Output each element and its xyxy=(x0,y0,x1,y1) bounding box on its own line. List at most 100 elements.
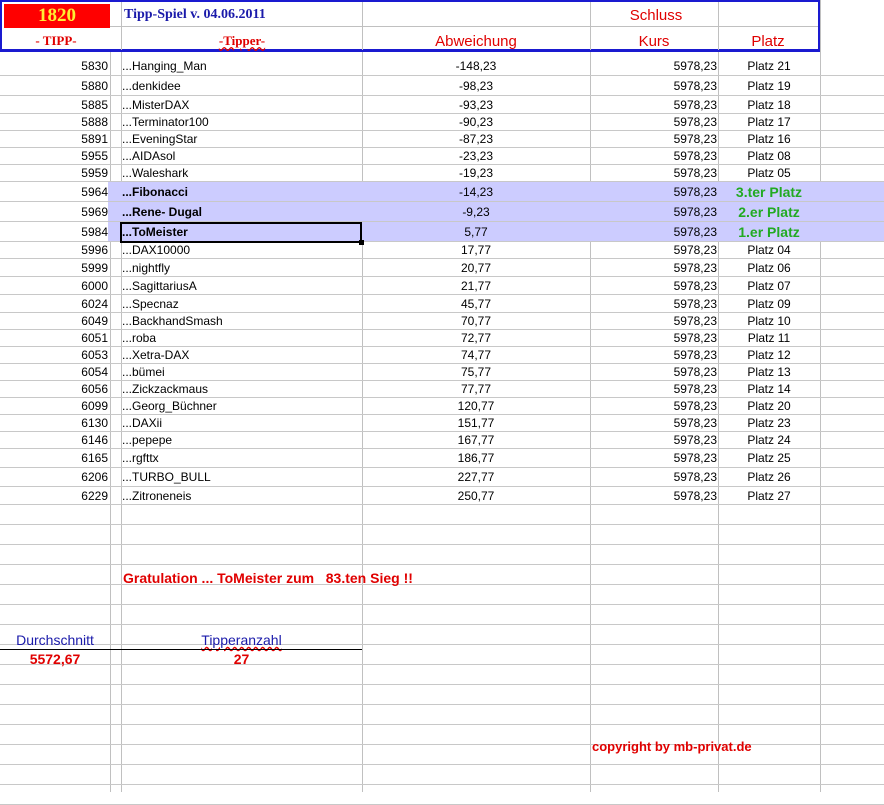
platz-cell[interactable]: 3.ter Platz xyxy=(719,182,819,201)
platz-cell[interactable]: 1.er Platz xyxy=(719,222,819,241)
tipp-cell[interactable]: 6051 xyxy=(0,330,108,346)
tipper-cell[interactable]: ...bümei xyxy=(122,364,360,380)
tipp-cell[interactable]: 5969 xyxy=(0,202,108,221)
kurs-cell[interactable]: 5978,23 xyxy=(591,242,717,258)
platz-cell[interactable]: Platz 13 xyxy=(719,364,819,380)
tipper-cell[interactable]: ...Fibonacci xyxy=(122,182,360,201)
tipper-cell[interactable]: ...Terminator100 xyxy=(122,114,360,130)
kurs-cell[interactable]: 5978,23 xyxy=(591,432,717,448)
tipp-cell[interactable]: 5885 xyxy=(0,96,108,113)
tipp-cell[interactable]: 5891 xyxy=(0,131,108,147)
selected-cell[interactable] xyxy=(120,222,364,245)
tipper-cell[interactable]: ...Hanging_Man xyxy=(122,56,360,75)
tipp-cell[interactable]: 5955 xyxy=(0,148,108,164)
tipper-cell[interactable]: ...nightfly xyxy=(122,259,360,276)
platz-cell[interactable]: Platz 14 xyxy=(719,381,819,397)
abweichung-cell[interactable]: 21,77 xyxy=(363,277,589,294)
kurs-cell[interactable]: 5978,23 xyxy=(591,131,717,147)
kurs-cell[interactable]: 5978,23 xyxy=(591,222,717,241)
abweichung-cell[interactable]: -87,23 xyxy=(363,131,589,147)
tipp-cell[interactable]: 6056 xyxy=(0,381,108,397)
abweichung-cell[interactable]: -93,23 xyxy=(363,96,589,113)
abweichung-cell[interactable]: -9,23 xyxy=(363,202,589,221)
kurs-cell[interactable]: 5978,23 xyxy=(591,347,717,363)
abweichung-cell[interactable]: 227,77 xyxy=(363,468,589,486)
kurs-cell[interactable]: 5978,23 xyxy=(591,76,717,95)
tipper-cell[interactable]: ...BackhandSmash xyxy=(122,313,360,329)
abweichung-cell[interactable]: -14,23 xyxy=(363,182,589,201)
kurs-cell[interactable]: 5978,23 xyxy=(591,202,717,221)
tipper-cell[interactable]: ...Zitroneneis xyxy=(122,487,360,504)
kurs-cell[interactable]: 5978,23 xyxy=(591,148,717,164)
tipp-cell[interactable]: 6165 xyxy=(0,449,108,467)
abweichung-cell[interactable]: 186,77 xyxy=(363,449,589,467)
tipp-cell[interactable]: 6130 xyxy=(0,415,108,431)
platz-cell[interactable]: Platz 09 xyxy=(719,295,819,312)
kurs-cell[interactable]: 5978,23 xyxy=(591,277,717,294)
tipper-cell[interactable]: ...TURBO_BULL xyxy=(122,468,360,486)
tipp-cell[interactable]: 6000 xyxy=(0,277,108,294)
tipp-cell[interactable]: 6229 xyxy=(0,487,108,504)
kurs-cell[interactable]: 5978,23 xyxy=(591,330,717,346)
abweichung-cell[interactable]: 74,77 xyxy=(363,347,589,363)
tipp-cell[interactable]: 5959 xyxy=(0,165,108,181)
tipper-cell[interactable]: ...MisterDAX xyxy=(122,96,360,113)
abweichung-cell[interactable]: -98,23 xyxy=(363,76,589,95)
platz-cell[interactable]: Platz 06 xyxy=(719,259,819,276)
kurs-cell[interactable]: 5978,23 xyxy=(591,487,717,504)
tipper-cell[interactable]: ...Specnaz xyxy=(122,295,360,312)
tipp-cell[interactable]: 6053 xyxy=(0,347,108,363)
kurs-cell[interactable]: 5978,23 xyxy=(591,313,717,329)
tipper-cell[interactable]: ...DAXii xyxy=(122,415,360,431)
tipp-cell[interactable]: 5880 xyxy=(0,76,108,95)
kurs-cell[interactable]: 5978,23 xyxy=(591,96,717,113)
platz-cell[interactable]: Platz 26 xyxy=(719,468,819,486)
platz-cell[interactable]: Platz 10 xyxy=(719,313,819,329)
platz-cell[interactable]: Platz 11 xyxy=(719,330,819,346)
platz-cell[interactable]: Platz 04 xyxy=(719,242,819,258)
platz-cell[interactable]: Platz 21 xyxy=(719,56,819,75)
tipp-cell[interactable]: 6049 xyxy=(0,313,108,329)
kurs-cell[interactable]: 5978,23 xyxy=(591,364,717,380)
tipp-cell[interactable]: 6024 xyxy=(0,295,108,312)
tipper-cell[interactable]: ...Xetra-DAX xyxy=(122,347,360,363)
platz-cell[interactable]: Platz 18 xyxy=(719,96,819,113)
tipper-cell[interactable]: ...denkidee xyxy=(122,76,360,95)
tipper-cell[interactable]: ...rgfttx xyxy=(122,449,360,467)
kurs-cell[interactable]: 5978,23 xyxy=(591,415,717,431)
tipper-cell[interactable]: ...roba xyxy=(122,330,360,346)
platz-cell[interactable]: Platz 07 xyxy=(719,277,819,294)
kurs-cell[interactable]: 5978,23 xyxy=(591,56,717,75)
platz-cell[interactable]: Platz 23 xyxy=(719,415,819,431)
platz-cell[interactable]: Platz 25 xyxy=(719,449,819,467)
tipper-cell[interactable]: ...Zickzackmaus xyxy=(122,381,360,397)
kurs-cell[interactable]: 5978,23 xyxy=(591,114,717,130)
kurs-cell[interactable]: 5978,23 xyxy=(591,182,717,201)
tipper-cell[interactable]: ...Georg_Büchner xyxy=(122,398,360,414)
abweichung-cell[interactable]: 167,77 xyxy=(363,432,589,448)
tipp-cell[interactable]: 5984 xyxy=(0,222,108,241)
platz-cell[interactable]: 2.er Platz xyxy=(719,202,819,221)
tipper-cell[interactable]: ...pepepe xyxy=(122,432,360,448)
tipp-cell[interactable]: 5999 xyxy=(0,259,108,276)
tipp-cell[interactable]: 6054 xyxy=(0,364,108,380)
kurs-cell[interactable]: 5978,23 xyxy=(591,381,717,397)
kurs-cell[interactable]: 5978,23 xyxy=(591,449,717,467)
abweichung-cell[interactable]: 70,77 xyxy=(363,313,589,329)
abweichung-cell[interactable]: 45,77 xyxy=(363,295,589,312)
tipp-cell[interactable]: 5830 xyxy=(0,56,108,75)
platz-cell[interactable]: Platz 20 xyxy=(719,398,819,414)
tipp-cell[interactable]: 6099 xyxy=(0,398,108,414)
platz-cell[interactable]: Platz 12 xyxy=(719,347,819,363)
abweichung-cell[interactable]: -148,23 xyxy=(363,56,589,75)
kurs-cell[interactable]: 5978,23 xyxy=(591,295,717,312)
tipp-cell[interactable]: 6146 xyxy=(0,432,108,448)
tipp-cell[interactable]: 5888 xyxy=(0,114,108,130)
abweichung-cell[interactable]: 20,77 xyxy=(363,259,589,276)
abweichung-cell[interactable]: 5,77 xyxy=(363,222,589,241)
abweichung-cell[interactable]: 17,77 xyxy=(363,242,589,258)
kurs-cell[interactable]: 5978,23 xyxy=(591,165,717,181)
abweichung-cell[interactable]: 151,77 xyxy=(363,415,589,431)
platz-cell[interactable]: Platz 19 xyxy=(719,76,819,95)
abweichung-cell[interactable]: 120,77 xyxy=(363,398,589,414)
